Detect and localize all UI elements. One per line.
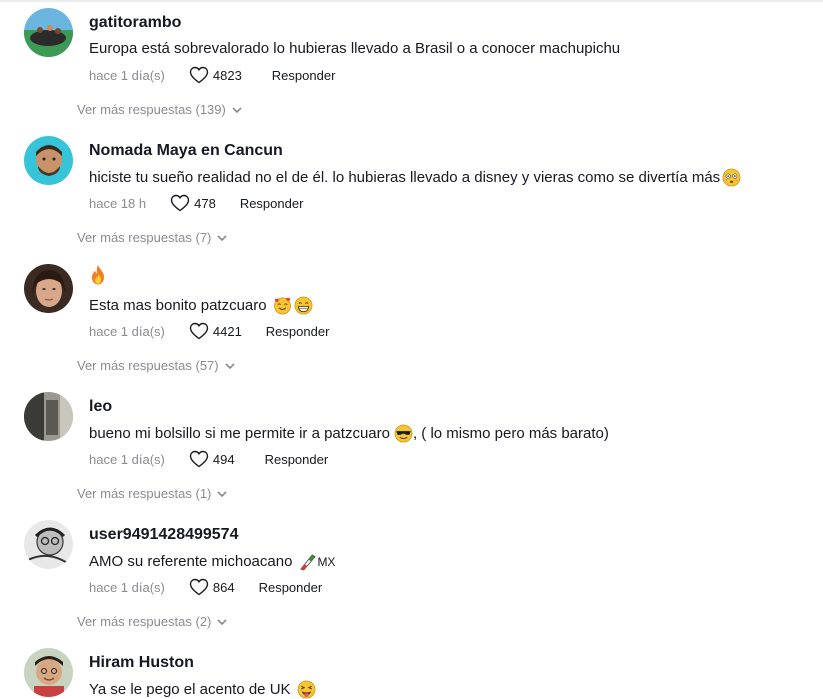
comment-meta: hace 1 día(s) 494 Responder (89, 450, 328, 468)
flag-mexico-icon (298, 552, 317, 571)
comment-text: bueno mi bolsillo si me permite ir a pat… (89, 424, 609, 443)
chevron-down-icon (217, 618, 227, 625)
comment-item: Esta mas bonito patzcuaro hace 1 día(s) … (0, 260, 823, 388)
comment-text-content: Europa está sobrevalorado lo hubieras ll… (89, 40, 621, 57)
comment-meta: hace 1 día(s) 4421 Responder (89, 322, 329, 340)
smiling-hearts-emoji (273, 296, 292, 315)
timestamp: hace 1 día(s) (89, 579, 165, 595)
avatar[interactable] (24, 264, 73, 313)
heart-icon (189, 322, 209, 340)
comment-text: Europa está sobrevalorado lo hubieras ll… (89, 40, 620, 57)
comment-text-suffix: MX (317, 554, 336, 569)
view-more-replies[interactable]: Ver más respuestas (1) (77, 486, 228, 501)
top-divider (0, 0, 823, 2)
like-count: 4421 (212, 323, 242, 339)
avatar[interactable] (24, 520, 73, 569)
comment-item: user9491428499574 AMO su referente micho… (0, 516, 823, 644)
comment-text-content: Esta mas bonito patzcuaro (89, 297, 267, 314)
like-button[interactable]: 4421 (189, 322, 242, 340)
view-more-replies-label: Ver más respuestas (57) (77, 358, 219, 373)
comment-text-content: hiciste tu sueño realidad no el de él. l… (89, 169, 721, 186)
timestamp: hace 1 día(s) (89, 451, 165, 467)
view-more-replies-label: Ver más respuestas (1) (77, 486, 212, 501)
view-more-replies-label: Ver más respuestas (7) (77, 230, 212, 245)
comment-item: Nomada Maya en Cancun hiciste tu sueño r… (0, 132, 823, 260)
like-button[interactable]: 4823 (189, 66, 242, 84)
heart-icon (189, 450, 209, 468)
comment-text-suffix: , ( lo mismo pero más barato) (412, 425, 609, 442)
like-count: 864 (212, 579, 235, 595)
username[interactable]: leo (89, 398, 112, 416)
comment-meta: hace 18 h 478 Responder (89, 194, 303, 212)
comment-text-content: bueno mi bolsillo si me permite ir a pat… (89, 425, 390, 442)
comment-text: hiciste tu sueño realidad no el de él. l… (89, 168, 741, 187)
like-count: 478 (194, 195, 216, 211)
like-count: 494 (212, 451, 235, 467)
view-more-replies-label: Ver más respuestas (139) (77, 102, 226, 117)
reply-button[interactable]: Responder (259, 580, 323, 595)
chevron-down-icon (225, 362, 235, 369)
chevron-down-icon (217, 234, 227, 241)
avatar[interactable] (24, 648, 73, 697)
view-more-replies[interactable]: Ver más respuestas (2) (77, 614, 228, 629)
view-more-replies[interactable]: Ver más respuestas (139) (77, 102, 243, 117)
chevron-down-icon (217, 490, 227, 497)
view-more-replies[interactable]: Ver más respuestas (7) (77, 230, 228, 245)
comment-text: AMO su referente michoacano MX (89, 552, 335, 571)
heart-icon (170, 194, 190, 212)
comment-meta: hace 1 día(s) 4823 Responder (89, 66, 335, 84)
like-button[interactable]: 494 (189, 450, 235, 468)
view-more-replies[interactable]: Ver más respuestas (57) (77, 358, 236, 373)
timestamp: hace 18 h (89, 195, 147, 211)
comment-item: Hiram Huston Ya se le pego el acento de … (0, 644, 823, 699)
comment-item: gatitorambo Europa está sobrevalorado lo… (0, 4, 823, 132)
username[interactable]: Hiram Huston (89, 654, 194, 672)
avatar[interactable] (24, 136, 73, 185)
grinning-emoji (294, 296, 313, 315)
heart-icon (189, 66, 209, 84)
reply-button[interactable]: Responder (240, 196, 304, 211)
heart-icon (189, 578, 209, 596)
timestamp: hace 1 día(s) (89, 67, 165, 83)
comment-text-content: Ya se le pego el acento de UK (89, 681, 291, 698)
comment-text: Ya se le pego el acento de UK (89, 680, 316, 699)
comment-meta: hace 1 día(s) 864 Responder (89, 578, 322, 596)
timestamp: hace 1 día(s) (89, 323, 165, 339)
username[interactable]: user9491428499574 (89, 526, 238, 544)
avatar[interactable] (24, 8, 73, 57)
username[interactable]: gatitorambo (89, 14, 181, 32)
reply-button[interactable]: Responder (272, 68, 336, 83)
like-count: 4823 (212, 67, 242, 83)
flushed-face-emoji (722, 168, 741, 187)
sunglasses-emoji (394, 424, 413, 443)
avatar[interactable] (24, 392, 73, 441)
chevron-down-icon (232, 106, 242, 113)
like-button[interactable]: 864 (189, 578, 235, 596)
comment-text-content: AMO su referente michoacano (89, 553, 293, 570)
reply-button[interactable]: Responder (265, 452, 329, 467)
comment-item: leo bueno mi bolsillo si me permite ir a… (0, 388, 823, 516)
fire-icon (92, 265, 104, 285)
comment-text: Esta mas bonito patzcuaro (89, 296, 313, 315)
username[interactable]: Nomada Maya en Cancun (89, 142, 283, 160)
reply-button[interactable]: Responder (266, 324, 330, 339)
view-more-replies-label: Ver más respuestas (2) (77, 614, 212, 629)
tongue-out-emoji (297, 680, 316, 699)
like-button[interactable]: 478 (170, 194, 216, 212)
